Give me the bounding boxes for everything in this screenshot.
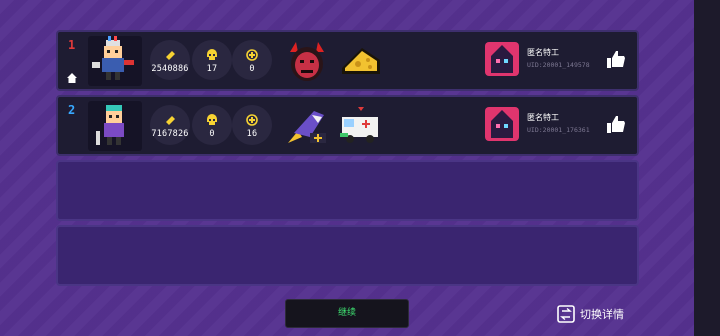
result-row-1: 1 2540886 17 0 匿名特工 UID:20001_149578	[56, 30, 639, 91]
player-name: 匿名特工	[527, 48, 559, 57]
health-stat: 16	[232, 105, 272, 145]
avatar[interactable]	[485, 42, 519, 76]
result-row-2: 2 7167826 0 16 匿名特工 UID:20001_176361	[56, 95, 639, 156]
player-uid: UID:20001_149578	[527, 61, 590, 69]
plus-circle-icon	[246, 114, 258, 126]
character-portrait	[88, 36, 142, 86]
skull-icon	[207, 114, 217, 125]
health-value: 0	[249, 64, 255, 74]
empty-row-3	[56, 160, 639, 221]
ambulance-icon	[340, 107, 378, 143]
shark-rocket-icon	[288, 111, 326, 143]
demon-mask-icon	[290, 42, 324, 81]
switch-icon	[557, 305, 575, 323]
cheese-icon	[342, 48, 380, 74]
thumbs-up-icon[interactable]	[605, 114, 627, 134]
right-edge-strip	[694, 0, 720, 336]
rank-number: 1	[68, 38, 76, 52]
player-uid: UID:20001_176361	[527, 126, 590, 134]
thumbs-up-icon[interactable]	[605, 49, 627, 69]
continue-button[interactable]: 继续	[285, 299, 409, 328]
skull-icon	[207, 49, 217, 60]
coin-stat: 7167826	[150, 105, 190, 145]
empty-row-4	[56, 225, 639, 286]
gold-bar-icon	[166, 116, 175, 125]
home-icon	[67, 73, 77, 83]
gold-bar-icon	[166, 51, 175, 60]
kill-stat: 0	[192, 105, 232, 145]
rank-number: 2	[68, 103, 76, 117]
player-name: 匿名特工	[527, 113, 559, 122]
switch-details-label: 切换详情	[580, 308, 624, 321]
plus-circle-icon	[246, 49, 258, 61]
health-value: 16	[246, 129, 258, 139]
character-portrait	[88, 101, 142, 151]
coin-stat: 2540886	[150, 40, 190, 80]
avatar[interactable]	[485, 107, 519, 141]
health-stat: 0	[232, 40, 272, 80]
kill-stat: 17	[192, 40, 232, 80]
switch-details-button[interactable]: 切换详情	[557, 305, 624, 323]
